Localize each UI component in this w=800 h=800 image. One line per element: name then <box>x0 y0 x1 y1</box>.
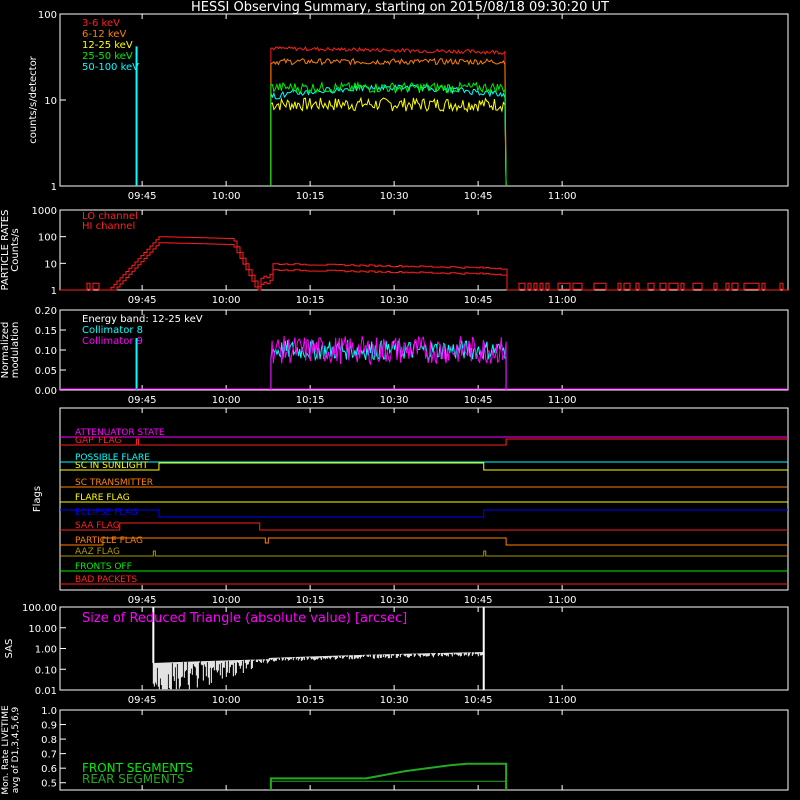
flags-xtick-label: 10:00 <box>212 595 241 606</box>
counts-legend-4: 50-100 keV <box>82 62 139 73</box>
livetime-ytick-label: 0.9 <box>41 721 57 732</box>
sas-ytick-label: 0.10 <box>35 665 57 676</box>
livetime-ytick-label: 0.7 <box>41 750 57 761</box>
counts-legend-3: 25-50 keV <box>82 51 133 62</box>
modulation-xtick-label: 10:15 <box>296 395 325 406</box>
sas-xtick-label: 11:00 <box>548 695 577 706</box>
livetime-ytick-label: 1.0 <box>41 706 57 717</box>
particle-ytick-label: 1 <box>51 286 57 297</box>
flag-line-3 <box>60 462 788 471</box>
sas-xtick-label: 09:45 <box>128 695 157 706</box>
particle-ytick-label: 100 <box>38 233 57 244</box>
counts-series-0 <box>270 46 507 187</box>
flag-line-9 <box>60 550 788 557</box>
flag-line-7 <box>60 522 788 531</box>
counts-series-2 <box>270 96 507 187</box>
particle-ytick-label: 10 <box>44 259 57 270</box>
modulation-xtick-label: 10:30 <box>380 395 409 406</box>
modulation-ytick-label: 0.20 <box>35 306 57 317</box>
particle-xtick-label: 10:15 <box>296 295 325 306</box>
counts-xtick-label: 10:30 <box>380 191 409 202</box>
flags-ylabel: Flags <box>32 486 43 512</box>
flags-xtick-label: 10:15 <box>296 595 325 606</box>
counts-ytick-label: 10 <box>44 96 57 107</box>
sas-xtick-label: 10:30 <box>380 695 409 706</box>
counts-xtick-label: 10:15 <box>296 191 325 202</box>
counts-xtick-label: 10:00 <box>212 191 241 202</box>
counts-xtick-label: 11:00 <box>548 191 577 202</box>
sas-ytick-label: 10.00 <box>28 624 57 635</box>
counts-xtick-label: 10:45 <box>464 191 493 202</box>
modulation-legend-band: Energy band: 12-25 keV <box>82 314 203 325</box>
sas-xtick-label: 10:45 <box>464 695 493 706</box>
observing-summary-plots: 09:45 10:00 10:15 10:30 10:45 11:00 1 10 100 coun… <box>0 10 789 795</box>
particle-ytick-label: 1000 <box>32 206 57 217</box>
particle-xtick-label: 09:45 <box>128 295 157 306</box>
sas-ytick-label: 100.00 <box>22 603 57 614</box>
counts-ytick-label: 100 <box>38 10 57 21</box>
flag-line-8 <box>60 537 788 546</box>
particle-xtick-label: 10:30 <box>380 295 409 306</box>
modulation-xtick-label: 09:45 <box>128 395 157 406</box>
modulation-legend-c9: Collimator 9 <box>82 336 143 347</box>
modulation-ytick-label: 0.15 <box>35 326 57 337</box>
sas-xtick-label: 10:15 <box>296 695 325 706</box>
flags-xtick-label: 09:45 <box>128 595 157 606</box>
counts-series-4 <box>270 83 507 187</box>
flags-xtick-label: 10:45 <box>464 595 493 606</box>
particle-legend-hi: HI channel <box>82 221 135 232</box>
counts-ylabel: counts/s/detector <box>28 55 39 143</box>
flags-xtick-label: 11:00 <box>548 595 577 606</box>
flag-line-1 <box>60 438 788 446</box>
livetime-ytick-label: 0.5 <box>41 779 57 790</box>
counts-series-3 <box>270 80 507 187</box>
particle-xtick-label: 10:00 <box>212 295 241 306</box>
modulation-ylabel-2: modulation <box>10 322 21 379</box>
modulation-xtick-label: 10:00 <box>212 395 241 406</box>
particle-ylabel-2: Counts/s <box>10 228 21 272</box>
sas-ylabel: SAS <box>4 639 15 659</box>
modulation-legend-c8: Collimator 8 <box>82 325 143 336</box>
particle-xtick-label: 10:45 <box>464 295 493 306</box>
counts-legend-2: 12-25 keV <box>82 40 133 51</box>
modulation-ytick-label: 0.10 <box>35 346 57 357</box>
livetime-ytick-label: 0.8 <box>41 735 57 746</box>
counts-series-1 <box>270 57 507 187</box>
sas-ytick-label: 1.00 <box>35 645 57 656</box>
livetime-front <box>269 762 508 790</box>
modulation-ytick-label: 0.05 <box>35 366 57 377</box>
particle-xtick-label: 11:00 <box>548 295 577 306</box>
counts-xtick-label: 09:45 <box>128 191 157 202</box>
counts-ytick-label: 1 <box>51 182 57 193</box>
modulation-xtick-label: 10:45 <box>464 395 493 406</box>
sas-ytick-label: 0.01 <box>35 686 57 697</box>
sas-xtick-label: 10:00 <box>212 695 241 706</box>
flag-line-6 <box>60 509 788 518</box>
flags-xtick-label: 10:30 <box>380 595 409 606</box>
modulation-ytick-label: 0.00 <box>35 386 57 397</box>
livetime-ylabel-2: avg of D1,3,4,5,6,9 <box>11 706 21 793</box>
flags-frame <box>59 407 789 591</box>
counts-legend-1: 6-12 keV <box>82 29 126 40</box>
counts-legend-0: 3-6 keV <box>82 18 120 29</box>
sas-legend: Size of Reduced Triangle (absolute value… <box>82 611 407 626</box>
modulation-xtick-label: 11:00 <box>548 395 577 406</box>
livetime-ytick-label: 0.6 <box>41 764 57 775</box>
particle-hi-line <box>60 236 789 291</box>
livetime-legend-rear: REAR SEGMENTS <box>82 772 185 786</box>
particle-frame <box>59 209 789 291</box>
livetime-ylabel-1: Mon. Rate LIVETIME <box>1 705 11 795</box>
